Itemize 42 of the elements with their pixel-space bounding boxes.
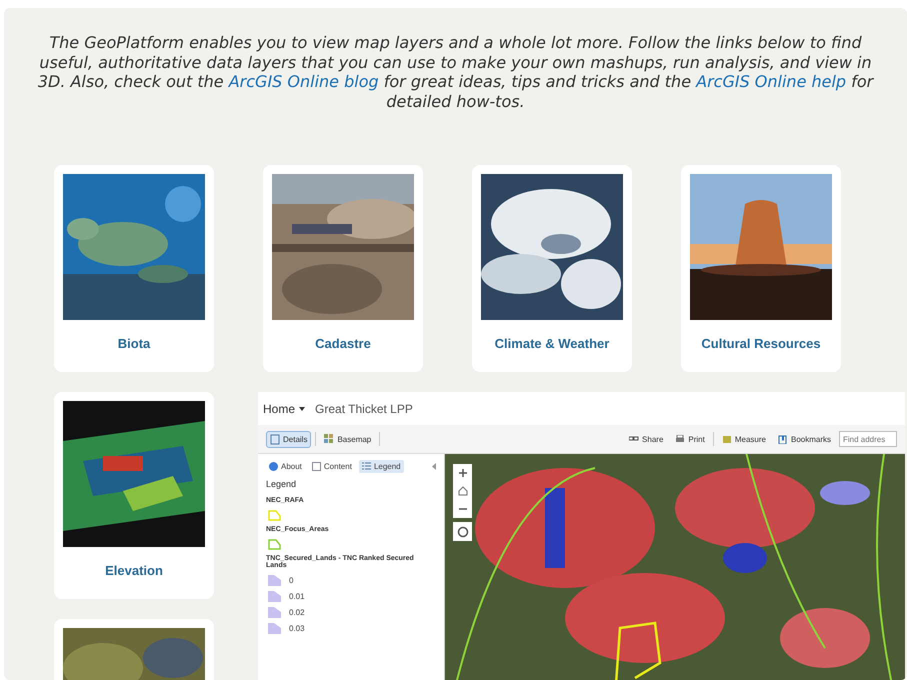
card-title: Cultural Resources <box>701 336 821 351</box>
toolbar-button[interactable]: Share <box>625 432 668 446</box>
category-card[interactable]: Biota <box>54 165 214 372</box>
legend-label: 0.02 <box>289 608 305 617</box>
link-icon <box>629 434 640 444</box>
plus-icon[interactable] <box>458 468 468 478</box>
legend-icon <box>362 462 371 471</box>
bookmark-icon <box>778 434 788 444</box>
legend-label: 0.01 <box>289 592 305 601</box>
intro-paragraph: The GeoPlatform enables you to view map layers and a whole lot more. Follow the links below to find useful, authoritative data layers that you can use to make your own mashups, run analysis, and view in 3D. Also, check out the ArcGIS Online blog for great ideas, tips and tricks and the ArcGIS Online help for detailed how-tos. <box>36 32 875 111</box>
category-card[interactable]: Cadastre <box>263 165 423 372</box>
panel-tab[interactable]: About <box>266 460 305 473</box>
home-menu[interactable]: Home <box>263 402 306 416</box>
map-title: Great Thicket LPP <box>315 402 413 416</box>
legend-label: 0.03 <box>289 624 305 633</box>
toolbar-button[interactable]: Bookmarks <box>774 432 835 446</box>
info-icon <box>269 462 278 471</box>
category-card[interactable]: Cultural Resources <box>681 165 841 372</box>
document-icon <box>270 434 280 444</box>
toolbar-button[interactable]: Basemap <box>320 430 376 448</box>
link[interactable]: ArcGIS Online blog <box>228 72 379 91</box>
card-title: Biota <box>118 336 150 351</box>
panel-tab[interactable]: Content <box>308 460 355 473</box>
panel-tab[interactable]: Legend <box>358 460 404 473</box>
search-field[interactable]: Find addres <box>839 431 897 447</box>
toolbar-button[interactable]: Details <box>266 430 312 448</box>
locate-icon[interactable] <box>456 526 468 538</box>
link[interactable]: ArcGIS Online help <box>696 72 846 91</box>
toolbar-button[interactable]: Measure <box>718 432 770 446</box>
category-card[interactable]: Elevation <box>54 392 214 599</box>
home-icon[interactable] <box>458 486 468 496</box>
toolbar-button[interactable]: Print <box>671 432 709 446</box>
legend-heading: Legend <box>266 479 298 489</box>
collapse-icon[interactable] <box>432 463 436 470</box>
legend-label: 0 <box>289 576 294 585</box>
card-title: Cadastre <box>315 336 371 351</box>
category-card[interactable]: Climate & Weather <box>472 165 632 372</box>
caret-icon <box>299 406 306 410</box>
grid-icon <box>324 434 334 444</box>
card-title: Climate & Weather <box>494 336 610 351</box>
printer-icon <box>675 434 686 444</box>
card-title: Elevation <box>105 563 163 578</box>
